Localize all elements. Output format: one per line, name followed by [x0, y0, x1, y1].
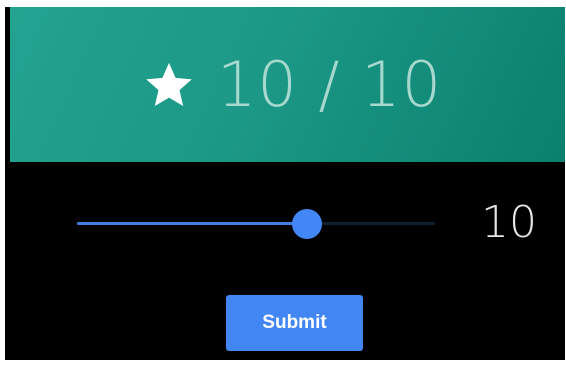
rating-slider-value: 10: [481, 197, 537, 248]
rating-widget: 10 / 10 10 Submit: [5, 7, 565, 360]
star-icon: [146, 62, 192, 106]
rating-score-text: 10 / 10: [216, 47, 443, 121]
rating-slider-thumb[interactable]: [292, 209, 323, 239]
rating-display: 10 / 10: [143, 47, 443, 121]
rating-header: 10 / 10: [10, 7, 565, 162]
submit-button[interactable]: Submit: [226, 295, 363, 351]
rating-slider-track[interactable]: [77, 209, 435, 239]
rating-slider-row: 10: [5, 195, 565, 251]
rating-slider-fill: [77, 222, 308, 225]
